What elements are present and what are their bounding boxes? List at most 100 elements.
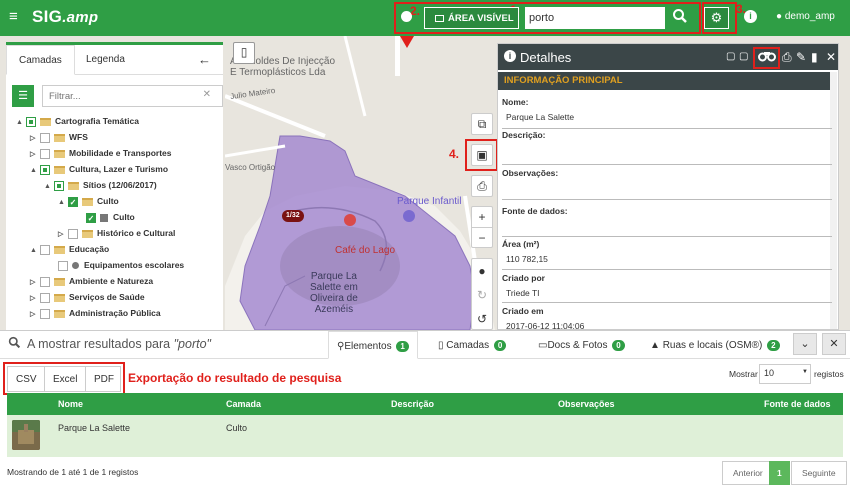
tab-ruas-locais[interactable]: ▲ Ruas e locais (OSM®) 2 [642, 331, 788, 359]
print-button[interactable]: ⎙ [471, 175, 493, 197]
divider [502, 269, 832, 270]
menu-icon[interactable]: ≡ [9, 9, 18, 25]
pagination-next[interactable]: Seguinte [791, 461, 847, 485]
results-summary: Mostrando de 1 até 1 de 1 registos [7, 467, 139, 477]
tab-camadas-results[interactable]: ▯ Camadas 0 [430, 331, 514, 359]
table-row[interactable]: Parque La Salette Culto [7, 415, 843, 457]
tab-docs-fotos[interactable]: ▭Docs & Fotos 0 [530, 331, 633, 359]
map-nav-controls: ● ↻ ↺ [471, 258, 493, 330]
folder-icon [68, 181, 79, 190]
tree-item-educacao[interactable]: ▲ Educação [30, 241, 109, 257]
map-label-cafe: Café do Lago [335, 245, 396, 256]
tree-item-wfs[interactable]: ▷ WFS [30, 129, 88, 145]
undo-icon[interactable]: ↺ [472, 307, 492, 330]
tree-item-cartografia[interactable]: ▲ Cartografia Temática [16, 113, 139, 129]
minimize-icon[interactable]: ▢ [726, 50, 735, 64]
map-tool-export-button[interactable]: ⧉ [471, 113, 493, 135]
column-observacoes[interactable]: Observações [558, 399, 615, 409]
tree-item-culto-group[interactable]: ▲ ✓ Culto [58, 193, 119, 209]
tree-item-culto-layer[interactable]: ✓ Culto 1/32 [86, 209, 304, 225]
globe-icon[interactable]: ● [472, 259, 492, 283]
folder-icon [54, 165, 65, 174]
folder-icon [54, 245, 65, 254]
layer-filter-input[interactable] [42, 85, 223, 107]
clear-filter-icon[interactable]: ✕ [203, 89, 211, 100]
export-csv-button[interactable]: CSV [7, 366, 45, 392]
settings-gears-button[interactable]: ⚙ [704, 7, 729, 29]
tree-item-ambiente[interactable]: ▷ Ambiente e Natureza [30, 273, 153, 289]
search-input[interactable] [525, 7, 665, 29]
tree-item-mobilidade[interactable]: ▷ Mobilidade e Transportes [30, 145, 172, 161]
visible-area-label: ÁREA VISÍVEL [448, 13, 514, 24]
close-icon: ✕ [829, 338, 839, 350]
user-menu[interactable]: ● demo_amp [776, 11, 835, 22]
print-icon: ⎙ [477, 179, 487, 193]
print-icon[interactable]: ⎙ [782, 50, 792, 64]
collapse-results-button[interactable]: ⌄ [793, 333, 817, 355]
show-label: Mostrar [729, 369, 758, 379]
map-tool-identify-button[interactable]: ▣ [471, 144, 493, 166]
map-book-button[interactable]: ▯ [233, 42, 255, 64]
zoom-out-button[interactable]: − [472, 228, 492, 248]
divider [502, 236, 832, 237]
tree-item-administracao[interactable]: ▷ Administração Pública [30, 305, 161, 321]
tree-item-historico[interactable]: ▷ Histórico e Cultural [58, 225, 175, 241]
column-camada[interactable]: Camada [226, 399, 261, 409]
chevron-down-icon: ▼ [802, 369, 808, 375]
folder-icon [54, 277, 65, 286]
location-icon[interactable] [401, 11, 412, 22]
folder-icon [82, 197, 93, 206]
tab-elementos[interactable]: ⚲Elementos 1 [328, 331, 418, 359]
folder-icon [54, 149, 65, 158]
tree-item-cultura[interactable]: ▲ Cultura, Lazer e Turismo [30, 161, 168, 177]
folder-icon [82, 229, 93, 238]
cell-camada: Culto [226, 423, 248, 433]
section-main-info: INFORMAÇÃO PRINCIPAL [498, 72, 832, 90]
records-label: registos [814, 369, 844, 379]
maximize-icon[interactable]: ▢ [739, 50, 748, 64]
app-brand[interactable]: SIG.amp [32, 7, 98, 27]
gears-icon: ⚙ [710, 10, 723, 25]
map-icon: ▯ [240, 45, 248, 59]
map-icon: ▯ [438, 340, 444, 351]
column-fonte[interactable]: Fonte de dados [764, 399, 831, 409]
column-descricao[interactable]: Descrição [391, 399, 434, 409]
tree-item-equipamentos[interactable]: Equipamentos escolares [58, 257, 184, 273]
export-annotation-title: Exportação do resultado de pesquisa [128, 371, 342, 385]
layer-symbol-icon [100, 213, 108, 222]
map-label-street-2: Vasco Ortigão [225, 163, 276, 172]
info-icon[interactable]: i [744, 10, 757, 23]
export-excel-button[interactable]: Excel [44, 366, 86, 392]
chevron-down-icon: ⌄ [800, 338, 810, 350]
zoom-in-button[interactable]: + [472, 207, 492, 228]
refresh-icon[interactable]: ↻ [472, 283, 492, 307]
results-title: A mostrar resultados para "porto" [27, 337, 211, 351]
tree-item-saude[interactable]: ▷ Serviços de Saúde [30, 289, 145, 305]
field-observacoes: Observações: [502, 168, 559, 178]
export-pdf-button[interactable]: PDF [85, 366, 121, 392]
layer-point-icon [72, 262, 79, 270]
tab-camadas[interactable]: Camadas [6, 45, 75, 75]
column-nome[interactable]: Nome [58, 399, 83, 409]
pagination-previous[interactable]: Anterior [722, 461, 774, 485]
map-label-playground: Parque Infantil [397, 196, 462, 207]
tree-toggle-button[interactable]: ☰ [12, 85, 34, 107]
tab-legenda[interactable]: Legenda [74, 45, 137, 75]
divider [502, 164, 832, 165]
layers-panel: Camadas Legenda ← ☰ ✕ ▲Cartografia Temát… [6, 42, 304, 330]
visible-area-button[interactable]: ÁREA VISÍVEL [424, 7, 519, 29]
divider [502, 128, 832, 129]
tree-item-sitios[interactable]: ▲ Sítios (12/06/2017) [44, 177, 157, 193]
map-label-park: Parque La Salette em Oliveira de Azeméis [310, 271, 358, 315]
delete-icon[interactable]: ▮ [811, 50, 818, 64]
close-results-button[interactable]: ✕ [822, 333, 846, 355]
close-icon[interactable]: ✕ [826, 50, 836, 64]
folder-icon [54, 293, 65, 302]
collapse-arrow-icon[interactable]: ← [198, 52, 211, 67]
list-icon: ☰ [18, 90, 28, 102]
search-icon[interactable] [672, 8, 692, 28]
zoom-control: + − [471, 206, 493, 248]
edit-icon[interactable]: ✎ [796, 50, 806, 64]
folder-icon [54, 133, 65, 142]
pagination-page-1[interactable]: 1 [769, 461, 790, 485]
